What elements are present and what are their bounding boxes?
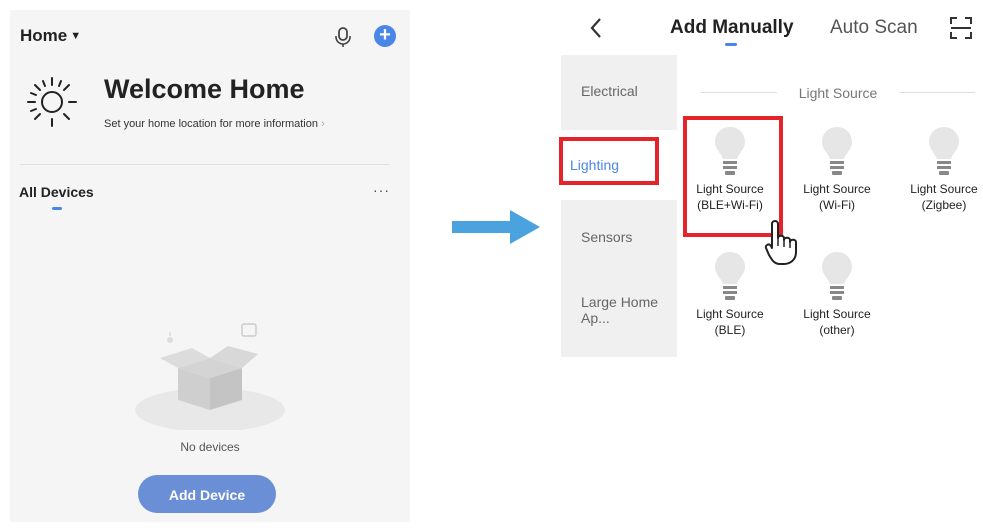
device-label: Light Source bbox=[803, 307, 871, 321]
device-light-source-zigbee[interactable]: Light Source (Zigbee) bbox=[894, 125, 983, 213]
chevron-right-icon: › bbox=[321, 118, 325, 130]
device-light-source-wifi[interactable]: Light Source (Wi-Fi) bbox=[787, 125, 887, 213]
set-location-link[interactable]: Set your home location for more informat… bbox=[104, 118, 325, 130]
divider bbox=[20, 164, 390, 165]
tab-all-devices[interactable]: All Devices bbox=[19, 184, 94, 200]
home-selector[interactable]: Home ▼ bbox=[20, 26, 81, 46]
highlight-box bbox=[559, 137, 659, 185]
category-large-home-appliances[interactable]: Large Home Ap... bbox=[581, 294, 661, 326]
divider bbox=[701, 92, 777, 93]
arrow-right-icon bbox=[452, 210, 540, 244]
no-devices-text: No devices bbox=[180, 440, 240, 454]
light-bulb-icon bbox=[929, 127, 959, 175]
home-screen: Home ▼ + Welcome Home Set your home locat… bbox=[10, 10, 410, 522]
category-electrical[interactable]: Electrical bbox=[581, 83, 638, 99]
add-device-button[interactable]: Add Device bbox=[138, 475, 276, 513]
light-bulb-icon bbox=[715, 252, 745, 300]
device-label: Light Source bbox=[803, 182, 871, 196]
device-sublabel: (Zigbee) bbox=[921, 198, 967, 212]
scan-icon[interactable] bbox=[948, 15, 974, 41]
tab-auto-scan[interactable]: Auto Scan bbox=[830, 17, 918, 39]
set-location-text: Set your home location for more informat… bbox=[104, 118, 318, 130]
light-bulb-icon bbox=[822, 252, 852, 300]
device-sublabel: (Wi-Fi) bbox=[819, 198, 855, 212]
more-icon[interactable]: ··· bbox=[373, 182, 390, 198]
back-icon[interactable] bbox=[588, 16, 604, 40]
light-bulb-icon bbox=[822, 127, 852, 175]
microphone-icon[interactable] bbox=[333, 26, 353, 48]
sun-icon bbox=[27, 77, 77, 127]
category-sensors[interactable]: Sensors bbox=[581, 229, 632, 245]
chevron-down-icon: ▼ bbox=[70, 30, 82, 42]
tab-indicator bbox=[52, 207, 62, 210]
add-icon[interactable]: + bbox=[374, 25, 396, 47]
device-label: Light Source bbox=[910, 182, 978, 196]
tab-indicator bbox=[725, 43, 737, 46]
device-label: Light Source bbox=[696, 307, 764, 321]
device-sublabel: (BLE) bbox=[714, 323, 746, 337]
pointing-hand-icon bbox=[764, 220, 797, 265]
section-header: Light Source bbox=[798, 85, 878, 101]
tab-add-manually[interactable]: Add Manually bbox=[670, 17, 794, 39]
device-sublabel: (other) bbox=[819, 323, 855, 337]
divider bbox=[899, 92, 975, 93]
empty-box-illustration bbox=[135, 323, 285, 430]
home-label: Home bbox=[20, 26, 68, 45]
welcome-title: Welcome Home bbox=[104, 74, 305, 104]
